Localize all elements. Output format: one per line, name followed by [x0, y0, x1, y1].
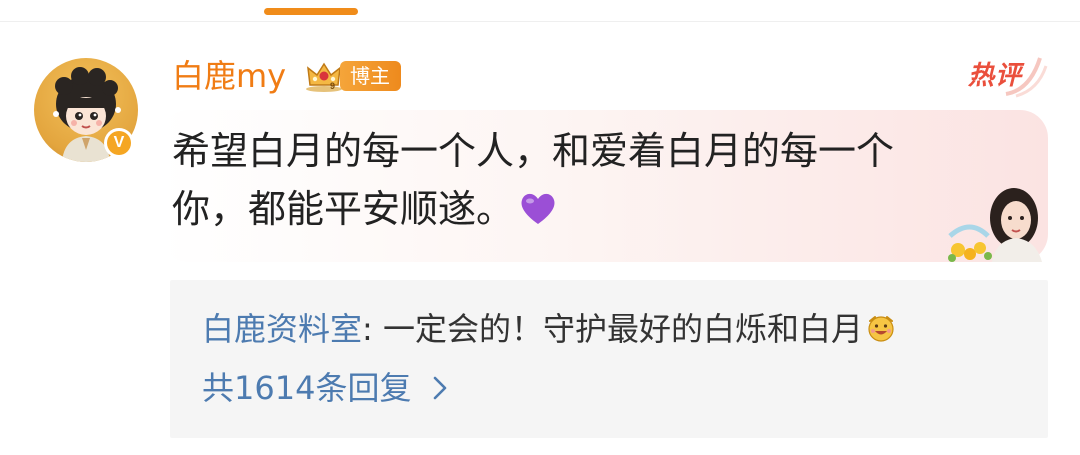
top-divider: [0, 21, 1080, 22]
verified-icon: V: [104, 128, 134, 158]
comment-text: 希望白月的每一个人，和爱着白月的每一个你，都能平安顺遂。: [172, 122, 962, 238]
purple-heart-icon: [521, 193, 555, 224]
reply-separator: :: [362, 310, 383, 348]
crown-icon: 9: [306, 62, 342, 92]
view-replies-link[interactable]: 共1614条回复: [202, 364, 447, 412]
svg-text:9: 9: [330, 81, 335, 91]
hot-comment-tag: 热评: [968, 61, 1023, 91]
reply-text: 一定会的！守护最好的白烁和白月: [382, 310, 863, 348]
reply-preview-line: 白鹿资料室: 一定会的！守护最好的白烁和白月: [202, 305, 896, 353]
active-tab-indicator: [264, 8, 358, 15]
chevron-right-icon: [434, 376, 447, 400]
portrait-decoration-icon: [948, 188, 1042, 262]
author-badge: 博主: [340, 61, 401, 91]
top-bar: [0, 0, 1080, 22]
reply-count: 共1614条回复: [202, 369, 412, 407]
username[interactable]: 白鹿my: [172, 54, 286, 98]
reply-author[interactable]: 白鹿资料室: [202, 310, 362, 348]
reply-preview[interactable]: [170, 280, 1048, 438]
cheering-emoji-icon: [868, 316, 894, 342]
